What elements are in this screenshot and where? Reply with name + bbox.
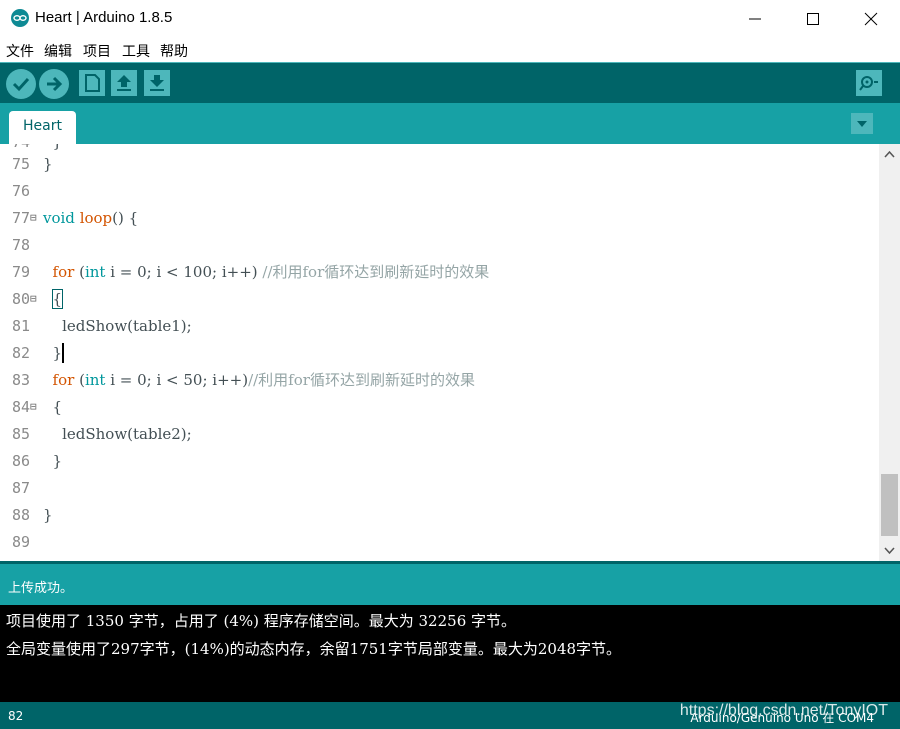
code-line: { — [51, 289, 64, 309]
console-line: 全局变量使用了297字节，(14%)的动态内存，余留1751字节局部变量。最大为… — [6, 640, 622, 658]
save-icon — [150, 75, 164, 91]
line-number: 79 — [11, 263, 30, 281]
fold-icon[interactable]: ⊟ — [30, 289, 37, 309]
scrollbar-thumb[interactable] — [881, 474, 898, 536]
line-number: 85 — [11, 425, 30, 443]
verify-button[interactable] — [6, 69, 36, 99]
watermark-text: https://blog.csdn.net/TonyIOT — [679, 702, 888, 719]
line-number: 75 — [11, 155, 30, 173]
code-comment: //利用for循环达到刷新延时的效果 — [262, 263, 490, 281]
console-output[interactable]: 项目使用了 1350 字节，占用了 (4%) 程序存储空间。最大为 32256 … — [0, 605, 900, 702]
maximize-icon — [807, 13, 819, 25]
serial-monitor-icon — [859, 76, 878, 91]
code-line: } — [43, 452, 63, 470]
line-number: 78 — [11, 236, 30, 254]
new-icon — [85, 74, 100, 92]
fold-icon[interactable]: ⊟ — [30, 208, 37, 228]
maximize-button[interactable] — [784, 0, 842, 38]
console-line: 项目使用了 1350 字节，占用了 (4%) 程序存储空间。最大为 32256 … — [6, 612, 517, 630]
code-line: } — [43, 144, 63, 152]
tab-label: Heart — [23, 118, 62, 134]
menu-edit[interactable]: 编辑 — [44, 41, 72, 61]
code-line: { — [43, 398, 63, 416]
code-line: for (int i = 0; i < 50; i++)//利用for循环达到刷… — [52, 371, 475, 389]
code-editor[interactable]: 74 } 75 } 76 77 ⊟ void loop() { 78 79 fo… — [0, 144, 879, 561]
code-line: ledShow(table2); — [43, 425, 192, 443]
menu-file[interactable]: 文件 — [6, 41, 34, 61]
scroll-down-icon[interactable] — [883, 546, 896, 555]
line-number: 86 — [11, 452, 30, 470]
tab-menu-button[interactable] — [851, 113, 873, 134]
verify-icon — [12, 77, 30, 92]
arduino-logo-icon — [11, 9, 29, 27]
line-number: 87 — [11, 479, 30, 497]
line-number: 83 — [11, 371, 30, 389]
close-button[interactable] — [842, 0, 900, 38]
editor-scrollbar[interactable] — [879, 144, 900, 561]
upload-button[interactable] — [39, 69, 69, 99]
line-number: 77 — [11, 209, 30, 227]
open-button[interactable] — [111, 70, 137, 96]
code-line: for (int i = 0; i < 100; i++) //利用for循环达… — [52, 263, 490, 281]
close-icon — [864, 12, 878, 26]
footer-bar: 82 Arduino/Genuino Uno 在 COM4 https://bl… — [0, 702, 900, 729]
scroll-up-icon[interactable] — [883, 150, 896, 159]
minimize-icon — [749, 18, 761, 20]
window-title: Heart | Arduino 1.8.5 — [35, 9, 173, 26]
save-button[interactable] — [144, 70, 170, 96]
title-bar: Heart | Arduino 1.8.5 — [0, 0, 900, 38]
code-line: } — [43, 506, 53, 524]
serial-monitor-button[interactable] — [856, 70, 882, 96]
menu-sketch[interactable]: 项目 — [83, 41, 111, 61]
line-number: 80 — [11, 290, 30, 308]
new-button[interactable] — [79, 70, 105, 96]
code-line: void loop() { — [43, 209, 139, 227]
menu-bar: 文件 编辑 项目 工具 帮助 — [0, 38, 900, 62]
line-number: 76 — [11, 182, 30, 200]
tab-heart[interactable]: Heart — [9, 111, 76, 144]
line-number: 84 — [11, 398, 30, 416]
tab-bar: Heart — [0, 103, 900, 144]
line-number: 74 — [0, 144, 30, 152]
menu-tools[interactable]: 工具 — [122, 41, 150, 61]
line-number: 82 — [11, 344, 30, 362]
code-comment: //利用for循环达到刷新延时的效果 — [248, 371, 475, 389]
code-line: } — [43, 343, 65, 363]
code-line: } — [43, 155, 53, 173]
line-number: 81 — [11, 317, 30, 335]
open-icon — [117, 75, 131, 91]
text-caret — [62, 343, 65, 363]
line-number: 89 — [11, 533, 30, 551]
fold-icon[interactable]: ⊟ — [30, 397, 37, 417]
cursor-line-number: 82 — [8, 709, 24, 723]
minimize-button[interactable] — [726, 0, 784, 38]
upload-icon — [47, 76, 63, 92]
status-message: 上传成功。 — [8, 581, 74, 596]
code-line: ledShow(table1); — [43, 317, 192, 335]
tab-menu-icon — [857, 121, 867, 127]
menu-help[interactable]: 帮助 — [160, 41, 188, 61]
toolbar — [0, 62, 900, 103]
line-number: 88 — [11, 506, 30, 524]
status-bar: 上传成功。 — [0, 561, 900, 605]
